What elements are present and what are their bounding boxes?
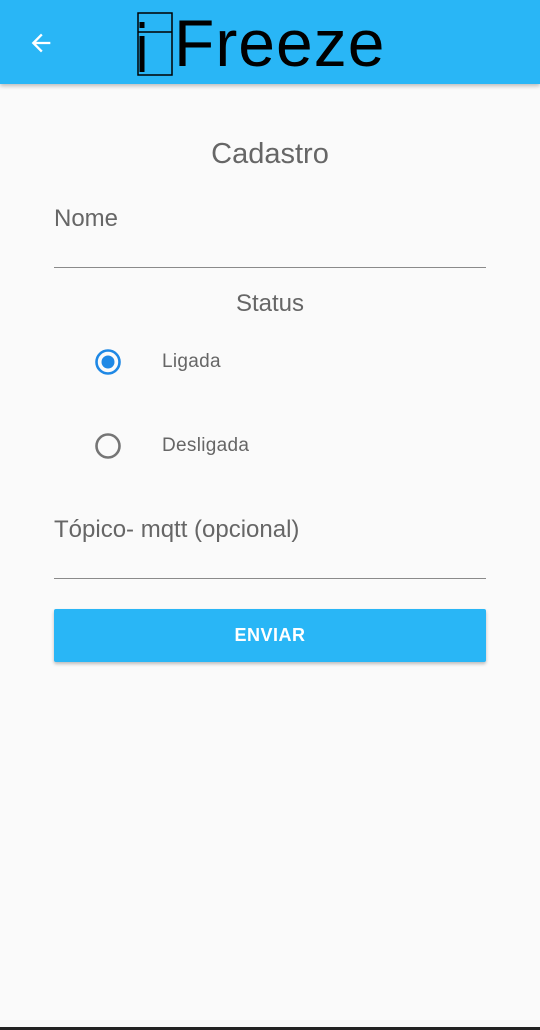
app-logo: Freeze xyxy=(136,0,385,76)
page-title: Cadastro xyxy=(211,138,329,170)
status-label: Status xyxy=(235,290,305,317)
nome-field[interactable]: Nome xyxy=(54,205,486,268)
logo-text: Freeze xyxy=(174,6,386,80)
status-option-desligada[interactable]: Desligada xyxy=(80,416,486,476)
topico-mqtt-field[interactable]: Tópico- mqtt (opcional) xyxy=(54,516,486,579)
status-option-label: Desligada xyxy=(162,435,250,456)
topico-field-label: Tópico- mqtt (opcional) xyxy=(54,516,300,543)
radio-unselected-icon[interactable] xyxy=(80,418,136,474)
back-button[interactable] xyxy=(20,22,62,64)
status-option-label: Ligada xyxy=(162,351,221,372)
radio-selected-icon[interactable] xyxy=(80,334,136,390)
submit-button[interactable]: ENVIAR xyxy=(54,609,486,662)
status-option-ligada[interactable]: Ligada xyxy=(80,332,486,392)
logo-fridge-icon xyxy=(136,12,174,76)
nome-field-label: Nome xyxy=(54,205,119,232)
app-bar: Freeze xyxy=(0,0,540,84)
arrow-left-icon xyxy=(31,33,51,53)
